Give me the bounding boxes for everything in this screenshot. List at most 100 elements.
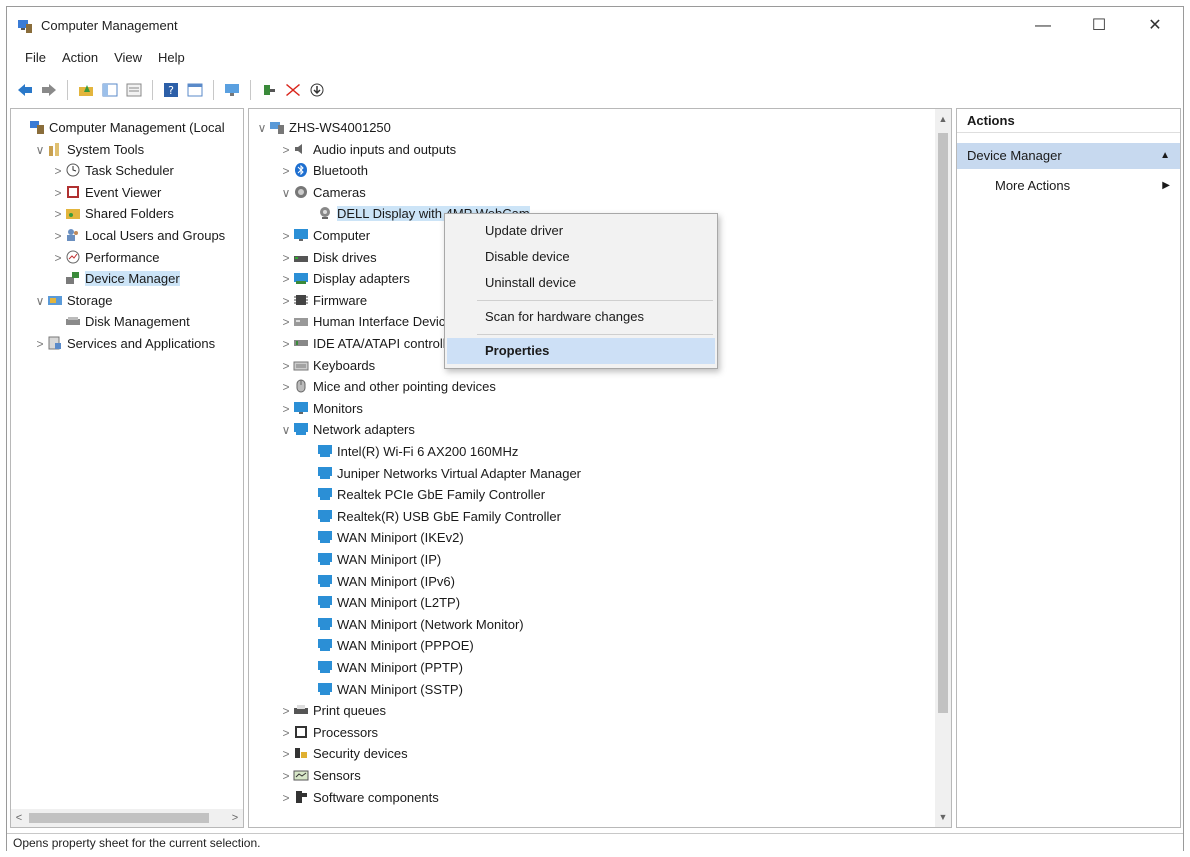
tree-item[interactable]: > Security devices [279,744,407,764]
close-button[interactable]: ✕ [1129,7,1181,45]
menu-action[interactable]: Action [54,47,106,69]
scroll-up-icon[interactable]: ▲ [935,111,951,127]
menu-file[interactable]: File [17,47,54,69]
tree-item[interactable]: > Computer [279,226,370,246]
tree-item[interactable]: WAN Miniport (Network Monitor) [303,615,524,635]
update-driver-icon[interactable] [259,80,279,100]
tree-item[interactable]: > Performance [51,248,159,268]
expand-chevron-icon[interactable]: > [279,356,293,376]
tree-item[interactable]: > Services and Applications [33,334,215,354]
expand-chevron-icon[interactable]: > [51,248,65,268]
tree-item[interactable]: > Task Scheduler [51,161,173,181]
collapse-arrow-icon[interactable]: ▲ [1160,143,1170,169]
tree-item[interactable]: > Processors [279,723,378,743]
expand-chevron-icon[interactable]: > [279,744,293,764]
expand-chevron-icon[interactable]: > [51,226,65,246]
tree-item[interactable]: WAN Miniport (IP) [303,550,441,570]
tree-item[interactable]: WAN Miniport (IKEv2) [303,528,464,548]
expand-chevron-icon[interactable]: > [279,140,293,160]
tree-item[interactable]: > Display adapters [279,269,409,289]
tree-item[interactable]: WAN Miniport (PPPOE) [303,636,474,656]
expand-chevron-icon[interactable]: > [279,226,293,246]
expand-chevron-icon[interactable]: > [51,204,65,224]
horizontal-scrollbar[interactable]: < > [11,809,243,827]
properties-view-icon[interactable] [124,80,144,100]
tree-item[interactable]: Device Manager [51,269,180,289]
tree-item[interactable]: ∨ System Tools [33,140,144,160]
collapse-chevron-icon[interactable]: ∨ [279,420,293,440]
tree-item[interactable]: > Bluetooth [279,161,368,181]
expand-chevron-icon[interactable]: > [279,723,293,743]
tree-item[interactable]: Realtek PCIe GbE Family Controller [303,485,545,505]
console-tree-pane[interactable]: Computer Management (Local ∨ System Tools >… [10,108,244,828]
uninstall-icon[interactable] [283,80,303,100]
tree-item[interactable]: > Keyboards [279,356,375,376]
back-icon[interactable] [15,80,35,100]
forward-icon[interactable] [39,80,59,100]
tree-item[interactable]: > Event Viewer [51,183,161,203]
menu-scan-hardware[interactable]: Scan for hardware changes [447,304,715,330]
minimize-button[interactable]: — [1017,7,1069,45]
expand-chevron-icon[interactable]: > [279,377,293,397]
details-view-icon[interactable] [185,80,205,100]
collapse-chevron-icon[interactable]: ∨ [33,140,47,160]
expand-chevron-icon[interactable]: > [51,183,65,203]
tree-item[interactable]: ∨ Network adapters [279,420,415,440]
tree-item[interactable]: WAN Miniport (PPTP) [303,658,463,678]
tree-item[interactable]: ∨ ZHS-WS4001250 [255,118,391,138]
tree-item[interactable]: WAN Miniport (L2TP) [303,593,460,613]
expand-chevron-icon[interactable]: > [279,312,293,332]
tree-item[interactable]: > Software components [279,788,438,808]
tree-item[interactable]: > Audio inputs and outputs [279,140,456,160]
tree-item[interactable]: ∨ Cameras [279,183,366,203]
expand-chevron-icon[interactable]: > [279,701,293,721]
tree-item[interactable]: Computer Management (Local [15,118,225,138]
actions-section-device-manager[interactable]: Device Manager ▲ [957,143,1180,169]
menu-disable-device[interactable]: Disable device [447,244,715,270]
tree-item[interactable]: WAN Miniport (IPv6) [303,572,455,592]
title-bar[interactable]: Computer Management — ☐ ✕ [7,7,1183,45]
menu-view[interactable]: View [106,47,150,69]
expand-chevron-icon[interactable]: > [279,269,293,289]
expand-chevron-icon[interactable]: > [279,766,293,786]
scroll-right-icon[interactable]: > [227,809,243,827]
download-icon[interactable] [307,80,327,100]
tree-item[interactable]: Juniper Networks Virtual Adapter Manager [303,464,581,484]
scrollbar-thumb[interactable] [29,813,209,823]
tree-item[interactable]: Disk Management [51,312,190,332]
more-actions-item[interactable]: More Actions ▶ [957,173,1180,199]
expand-chevron-icon[interactable]: > [33,334,47,354]
expand-chevron-icon[interactable]: > [279,161,293,181]
vertical-scrollbar[interactable]: ▲ ▼ [935,109,951,827]
help-icon[interactable]: ? [161,80,181,100]
menu-help[interactable]: Help [150,47,193,69]
menu-properties[interactable]: Properties [447,338,715,364]
collapse-chevron-icon[interactable]: ∨ [279,183,293,203]
expand-chevron-icon[interactable]: > [279,788,293,808]
tree-item[interactable]: > Shared Folders [51,204,173,224]
maximize-button[interactable]: ☐ [1073,7,1125,45]
tree-item[interactable]: > IDE ATA/ATAPI controllers [279,334,463,354]
tree-item[interactable]: > Human Interface Devices [279,312,458,332]
tree-item[interactable]: > Local Users and Groups [51,226,225,246]
scrollbar-thumb[interactable] [938,133,948,713]
expand-chevron-icon[interactable]: > [51,161,65,181]
tree-item[interactable]: > Sensors [279,766,360,786]
tree-item[interactable]: > Firmware [279,291,367,311]
tree-item[interactable]: > Disk drives [279,248,376,268]
show-hide-tree-icon[interactable] [100,80,120,100]
menu-uninstall-device[interactable]: Uninstall device [447,270,715,296]
tree-item[interactable]: WAN Miniport (SSTP) [303,680,463,700]
tree-item[interactable]: > Monitors [279,399,362,419]
expand-chevron-icon[interactable]: > [279,248,293,268]
menu-update-driver[interactable]: Update driver [447,218,715,244]
scroll-down-icon[interactable]: ▼ [935,809,951,825]
expand-chevron-icon[interactable]: > [279,291,293,311]
collapse-chevron-icon[interactable]: ∨ [33,291,47,311]
collapse-chevron-icon[interactable]: ∨ [255,118,269,138]
expand-chevron-icon[interactable]: > [279,399,293,419]
tree-item[interactable]: > Print queues [279,701,386,721]
tree-item[interactable]: ∨ Storage [33,291,113,311]
up-folder-icon[interactable] [76,80,96,100]
tree-item[interactable]: Intel(R) Wi-Fi 6 AX200 160MHz [303,442,518,462]
